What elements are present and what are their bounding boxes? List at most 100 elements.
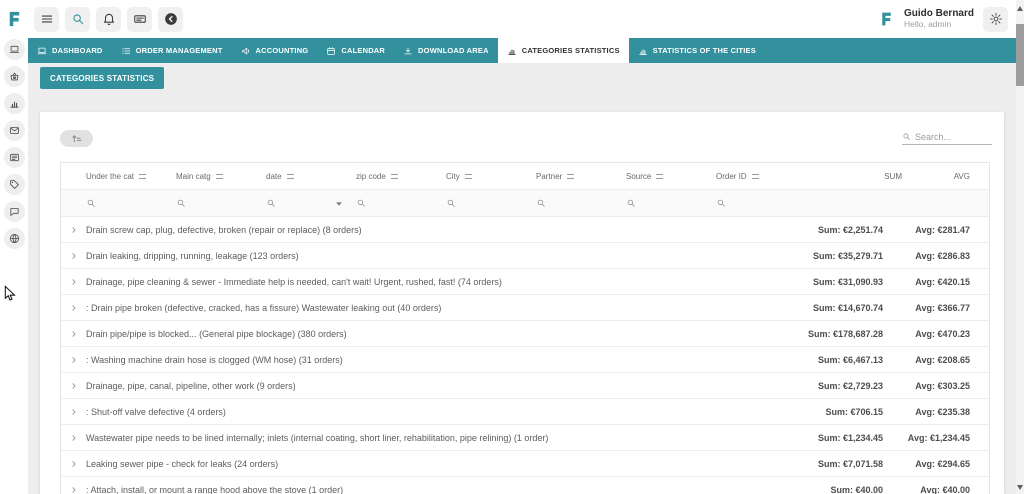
rail-button[interactable]: [3, 201, 25, 222]
row-avg-value: Avg: €40.00: [920, 484, 970, 494]
settings-button[interactable]: [983, 6, 1008, 32]
search-icon: [86, 198, 96, 208]
table-row[interactable]: : Washing machine drain hose is clogged …: [61, 347, 989, 373]
chevron-right-icon[interactable]: [61, 304, 86, 312]
nav-tab[interactable]: CATEGORIES STATISTICS: [497, 38, 629, 63]
column-header[interactable]: Main catg: [176, 172, 266, 181]
table-row[interactable]: : Attach, install, or mount a range hood…: [61, 477, 989, 494]
list-icon: [121, 46, 131, 56]
scrollbar-thumb[interactable]: [1016, 24, 1024, 86]
category-label: Leaking sewer pipe - check for leaks (24…: [86, 458, 279, 469]
search-icon: [536, 198, 546, 208]
column-header[interactable]: Under the cat: [86, 172, 176, 181]
rail-button[interactable]: [3, 39, 25, 60]
topbar-icon-button[interactable]: [65, 6, 90, 32]
mail-icon: [9, 125, 20, 136]
rail-button[interactable]: [3, 66, 25, 87]
nav-tab[interactable]: ACCOUNTING: [232, 38, 318, 63]
rail-button[interactable]: [3, 120, 25, 141]
chevron-right-icon[interactable]: [61, 330, 86, 338]
chevron-right-icon[interactable]: [61, 278, 86, 286]
column-header-label: Source: [626, 171, 652, 181]
table-row[interactable]: Wastewater pipe needs to be lined intern…: [61, 425, 989, 451]
chevron-right-icon[interactable]: [61, 486, 86, 494]
nav-tab[interactable]: ORDER MANAGEMENT: [112, 38, 232, 63]
chevron-right-icon[interactable]: [61, 226, 86, 234]
search-icon: [626, 198, 636, 208]
table-row[interactable]: : Shut-off valve defective (4 orders) Su…: [61, 399, 989, 425]
chevron-right-icon[interactable]: [61, 434, 86, 442]
scrollbar-down-arrow[interactable]: [1017, 485, 1023, 490]
column-filter-input[interactable]: [356, 198, 446, 208]
column-header[interactable]: date: [266, 172, 356, 181]
rail-button[interactable]: [3, 174, 25, 195]
topbar-icon-button[interactable]: [127, 6, 152, 32]
tab-label: ACCOUNTING: [255, 46, 309, 55]
table-row[interactable]: Drain screw cap, plug, defective, broken…: [61, 217, 989, 243]
column-filter-input[interactable]: [176, 198, 266, 208]
vertical-scrollbar[interactable]: [1016, 0, 1024, 494]
column-filter-input[interactable]: [626, 198, 716, 208]
statistics-table: Under the cat Main catg date zip code Ci…: [60, 162, 990, 494]
table-row[interactable]: Drain leaking, dripping, running, leakag…: [61, 243, 989, 269]
topbar-icon-button[interactable]: [96, 6, 121, 32]
nav-tab[interactable]: DASHBOARD: [28, 38, 112, 63]
chevron-right-icon[interactable]: [61, 460, 86, 468]
row-avg-value: Avg: €286.83: [915, 250, 970, 261]
breadcrumb[interactable]: CATEGORIES STATISTICS: [40, 67, 165, 89]
row-sum-value: Sum: €706.15: [825, 406, 883, 417]
chevron-right-icon[interactable]: [61, 356, 86, 364]
table-row[interactable]: : Drain pipe broken (defective, cracked,…: [61, 295, 989, 321]
laptop-icon: [9, 44, 20, 55]
table-row[interactable]: Drainage, pipe, canal, pipeline, other w…: [61, 373, 989, 399]
search-input[interactable]: [915, 131, 992, 142]
nav-tab[interactable]: STATISTICS OF THE CITIES: [629, 38, 765, 63]
chevron-right-icon[interactable]: [61, 408, 86, 416]
table-row[interactable]: Drain pipe/pipe is blocked... (General p…: [61, 321, 989, 347]
column-header-label: date: [266, 171, 282, 181]
search-icon: [716, 198, 726, 208]
row-avg-value: Avg: €281.47: [915, 224, 970, 235]
nav-tab[interactable]: DOWNLOAD AREA: [394, 38, 498, 63]
tab-label: ORDER MANAGEMENT: [135, 46, 223, 55]
chevron-right-icon[interactable]: [61, 382, 86, 390]
column-header[interactable]: Partner: [536, 172, 626, 181]
table-row[interactable]: Leaking sewer pipe - check for leaks (24…: [61, 451, 989, 477]
row-sum-value: Sum: €6,467.13: [817, 354, 883, 365]
back-icon: [164, 12, 178, 26]
nav-tab[interactable]: CALENDAR: [317, 38, 394, 63]
basket-icon: [9, 71, 20, 82]
category-label: Drain pipe/pipe is blocked... (General p…: [86, 328, 347, 339]
column-filter-input[interactable]: [536, 198, 626, 208]
chevron-right-icon[interactable]: [61, 252, 86, 260]
rail-button[interactable]: [3, 147, 25, 168]
row-avg-value: Avg: €420.15: [915, 276, 970, 287]
left-icon-rail: [0, 38, 28, 494]
column-filter-input[interactable]: [446, 198, 536, 208]
row-avg-value: Avg: €208.65: [915, 354, 970, 365]
download-icon: [403, 46, 413, 56]
row-sum-value: Sum: €7,071.58: [817, 458, 883, 469]
filter-icon: [464, 173, 472, 179]
table-row[interactable]: Drainage, pipe cleaning & sewer - Immedi…: [61, 269, 989, 295]
category-label: Drain leaking, dripping, running, leakag…: [86, 250, 299, 261]
table-toolbar: [60, 128, 992, 148]
column-header[interactable]: Order ID: [716, 172, 806, 181]
chart-icon: [507, 46, 517, 56]
topbar-icon-button[interactable]: [158, 6, 183, 32]
column-header[interactable]: City: [446, 172, 536, 181]
tab-label: CALENDAR: [341, 46, 386, 55]
scrollbar-up-arrow[interactable]: [1017, 6, 1023, 11]
rail-button[interactable]: [3, 93, 25, 114]
column-header[interactable]: zip code: [356, 172, 446, 181]
column-filter-input[interactable]: [86, 198, 176, 208]
topbar-icon-button[interactable]: [34, 6, 59, 32]
row-sum-value: Sum: €1,234.45: [817, 432, 883, 443]
category-label: Drainage, pipe cleaning & sewer - Immedi…: [86, 276, 502, 287]
caret-down-icon[interactable]: [334, 199, 342, 207]
rail-button[interactable]: [3, 228, 25, 249]
column-filter-input[interactable]: [266, 198, 356, 208]
column-header[interactable]: Source: [626, 172, 716, 181]
sort-button[interactable]: [60, 129, 93, 147]
column-filter-input[interactable]: [716, 198, 806, 208]
